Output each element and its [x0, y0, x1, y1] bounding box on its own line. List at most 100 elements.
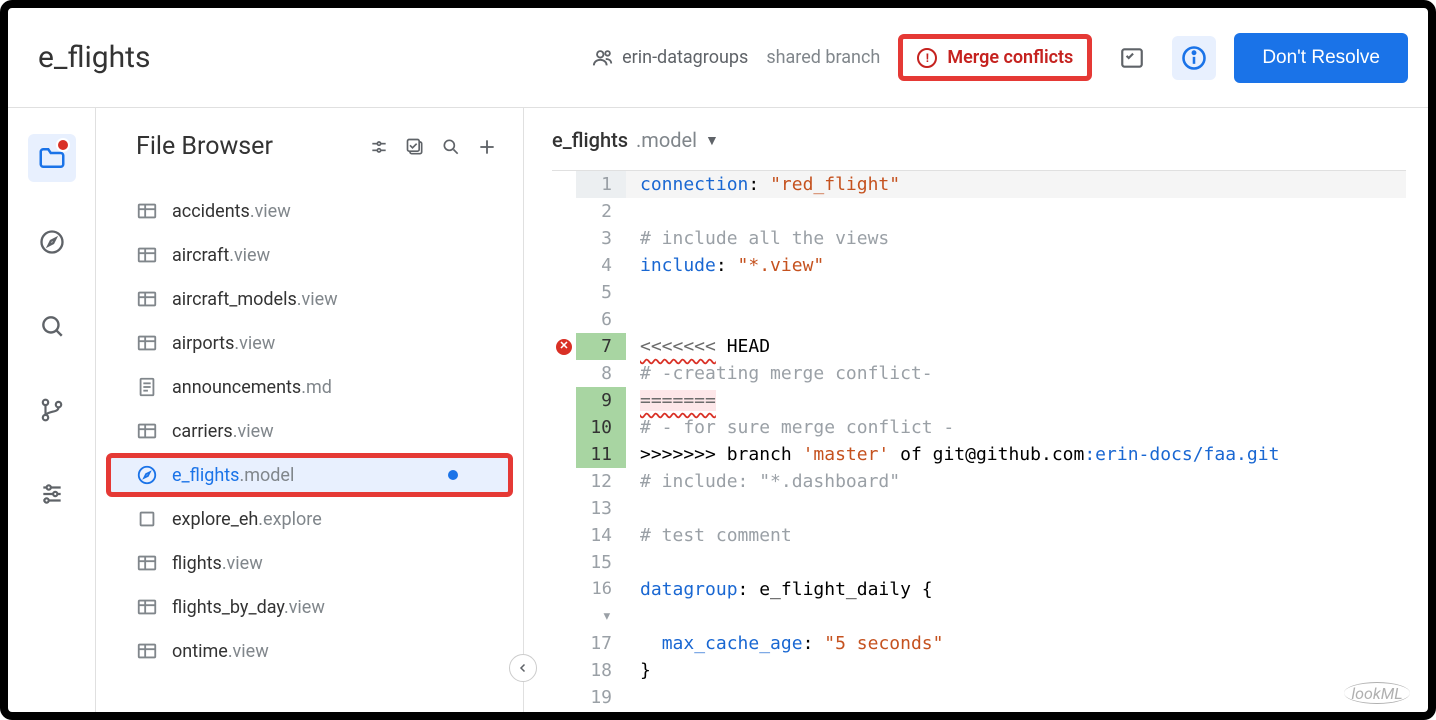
code-line[interactable]: 10# - for sure merge conflict -	[552, 414, 1406, 441]
sliders-icon	[39, 481, 65, 507]
user-indicator[interactable]: erin-datagroups	[592, 47, 748, 69]
bulk-actions-button[interactable]	[403, 135, 427, 159]
file-item-aircraft[interactable]: aircraft.view	[96, 233, 523, 277]
code-content: max_cache_age: "5 seconds"	[626, 630, 1406, 657]
line-number: 18	[576, 657, 626, 684]
code-content	[626, 549, 1406, 576]
alert-icon: !	[917, 48, 937, 68]
people-icon	[592, 47, 614, 69]
rail-git[interactable]	[28, 386, 76, 434]
table-icon	[136, 420, 158, 442]
square-icon	[136, 508, 158, 530]
file-ext: .view	[222, 553, 263, 574]
validate-button[interactable]	[1110, 36, 1154, 80]
merge-conflicts-badge[interactable]: ! Merge conflicts	[898, 34, 1092, 81]
file-item-announcements[interactable]: announcements.md	[96, 365, 523, 409]
lookml-logo: lookML	[1344, 682, 1410, 704]
search-icon	[441, 137, 461, 157]
code-line[interactable]: 8# -creating merge conflict-	[552, 360, 1406, 387]
table-icon	[136, 640, 158, 662]
collapse-folders-button[interactable]	[367, 135, 391, 159]
file-name: ontime	[172, 641, 228, 662]
line-number: 6	[576, 306, 626, 333]
file-name: e_flights	[172, 465, 239, 486]
icon-rail	[8, 108, 96, 712]
file-item-carriers[interactable]: carriers.view	[96, 409, 523, 453]
project-title: e_flights	[38, 40, 150, 75]
code-line[interactable]: 9=======	[552, 387, 1406, 414]
line-number: 1	[576, 171, 626, 198]
rail-search[interactable]	[28, 302, 76, 350]
line-number: 7	[576, 333, 626, 360]
code-line[interactable]: ✕7<<<<<<< HEAD	[552, 333, 1406, 360]
file-item-ontime[interactable]: ontime.view	[96, 629, 523, 673]
file-item-e_flights[interactable]: e_flights.model	[106, 453, 513, 497]
code-line[interactable]: 19	[552, 684, 1406, 711]
doc-icon	[136, 376, 158, 398]
code-content: include: "*.view"	[626, 252, 1406, 279]
rail-files[interactable]	[28, 134, 76, 182]
info-button[interactable]	[1172, 36, 1216, 80]
code-content	[626, 279, 1406, 306]
file-name: flights_by_day	[172, 597, 284, 618]
rail-explore[interactable]	[28, 218, 76, 266]
file-item-aircraft_models[interactable]: aircraft_models.view	[96, 277, 523, 321]
code-line[interactable]: 6	[552, 306, 1406, 333]
file-list: accidents.viewaircraft.viewaircraft_mode…	[96, 173, 523, 673]
table-icon	[136, 288, 158, 310]
code-line[interactable]: 3# include all the views	[552, 225, 1406, 252]
rail-settings[interactable]	[28, 470, 76, 518]
file-ext: .view	[250, 201, 291, 222]
file-item-accidents[interactable]: accidents.view	[96, 189, 523, 233]
code-line[interactable]: 18}	[552, 657, 1406, 684]
file-name: flights	[172, 553, 222, 574]
code-line[interactable]: 16 ▾datagroup: e_flight_daily {	[552, 576, 1406, 630]
file-item-flights[interactable]: flights.view	[96, 541, 523, 585]
line-number: 3	[576, 225, 626, 252]
file-name: accidents	[172, 201, 250, 222]
file-name: announcements	[172, 377, 301, 398]
dont-resolve-button[interactable]: Don't Resolve	[1234, 33, 1408, 83]
file-name: aircraft_models	[172, 289, 297, 310]
file-item-airports[interactable]: airports.view	[96, 321, 523, 365]
file-ext: .md	[301, 377, 332, 398]
line-number: 11	[576, 441, 626, 468]
line-number: 16 ▾	[576, 576, 626, 630]
add-file-button[interactable]	[475, 135, 499, 159]
code-line[interactable]: 2	[552, 198, 1406, 225]
editor-file-name: e_flights	[552, 128, 628, 152]
header-bar: e_flights erin-datagroups shared branch …	[8, 8, 1428, 108]
code-area[interactable]: 1connection: "red_flight"2 3# include al…	[552, 171, 1406, 711]
merge-status-text: Merge conflicts	[947, 47, 1073, 68]
code-content: # - for sure merge conflict -	[626, 414, 1406, 441]
dirty-indicator-icon	[448, 470, 458, 480]
line-number: 12	[576, 468, 626, 495]
code-content	[626, 306, 1406, 333]
search-files-button[interactable]	[439, 135, 463, 159]
editor-file-ext: .model	[636, 128, 697, 152]
file-name: explore_eh	[172, 509, 258, 530]
code-line[interactable]: 1connection: "red_flight"	[552, 171, 1406, 198]
file-ext: .view	[233, 421, 274, 442]
code-line[interactable]: 15	[552, 549, 1406, 576]
file-item-explore_eh[interactable]: explore_eh.explore	[96, 497, 523, 541]
code-line[interactable]: 14# test comment	[552, 522, 1406, 549]
code-content: # test comment	[626, 522, 1406, 549]
code-content	[626, 684, 1406, 711]
code-line[interactable]: 13	[552, 495, 1406, 522]
code-line[interactable]: 4include: "*.view"	[552, 252, 1406, 279]
code-line[interactable]: 11>>>>>>> branch 'master' of git@github.…	[552, 441, 1406, 468]
editor-filename-dropdown[interactable]: e_flights.model ▼	[552, 128, 1406, 171]
code-line[interactable]: 5	[552, 279, 1406, 306]
file-item-flights_by_day[interactable]: flights_by_day.view	[96, 585, 523, 629]
line-number: 8	[576, 360, 626, 387]
line-number: 14	[576, 522, 626, 549]
code-content: # include all the views	[626, 225, 1406, 252]
info-icon	[1180, 44, 1208, 72]
code-editor-panel: e_flights.model ▼ 1connection: "red_flig…	[524, 108, 1428, 712]
file-ext: .view	[228, 641, 269, 662]
code-line[interactable]: 12# include: "*.dashboard"	[552, 468, 1406, 495]
file-name: carriers	[172, 421, 233, 442]
table-icon	[136, 552, 158, 574]
code-line[interactable]: 17 max_cache_age: "5 seconds"	[552, 630, 1406, 657]
